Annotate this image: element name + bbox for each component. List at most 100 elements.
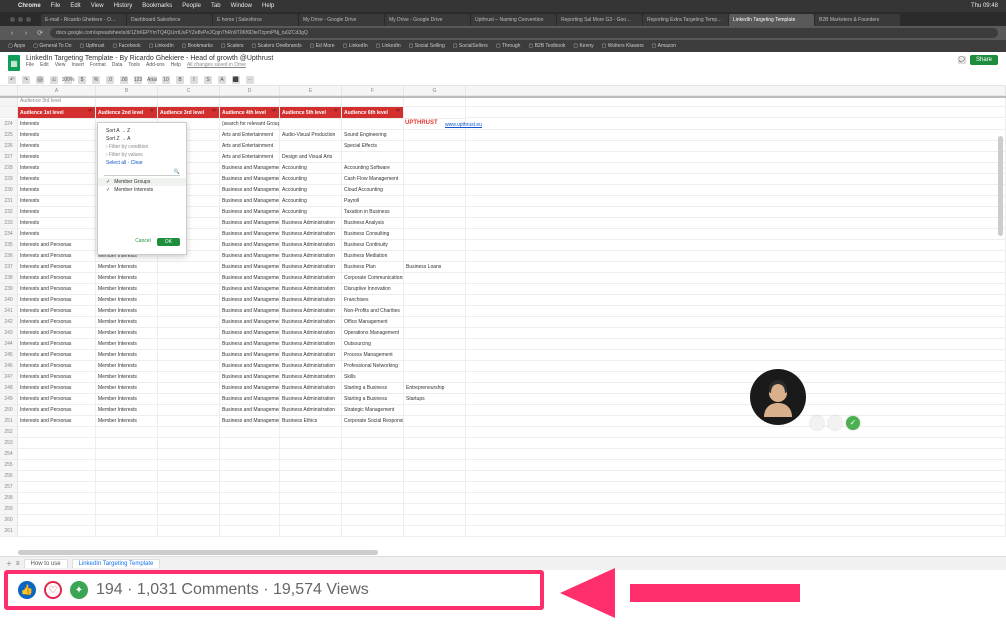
cell[interactable] — [404, 416, 466, 427]
sheets-menu-item[interactable]: Insert — [71, 62, 84, 68]
cell[interactable]: Interests — [18, 130, 96, 141]
cell[interactable]: Member Interests — [96, 394, 158, 405]
browser-tab[interactable]: Reporting Sal More G3 - Goo… — [557, 14, 642, 26]
toolbar-button[interactable]: $ — [78, 76, 86, 84]
bookmark-item[interactable]: ▢ SocialSellers — [453, 43, 488, 49]
sort-za[interactable]: Sort Z → A — [98, 135, 186, 143]
cell[interactable]: Cash Flow Management — [342, 174, 404, 185]
row-header[interactable]: 239 — [0, 284, 18, 295]
cell[interactable] — [404, 152, 466, 163]
bookmark-item[interactable]: ▢ Social Selling — [409, 43, 445, 49]
row-header[interactable]: 250 — [0, 405, 18, 416]
cell[interactable]: Interests and Personas — [18, 394, 96, 405]
cell[interactable]: Interests — [18, 207, 96, 218]
column-header[interactable]: F — [342, 86, 404, 96]
cell[interactable]: Business Administration — [280, 284, 342, 295]
cell[interactable]: Corporate Communications — [342, 273, 404, 284]
cell[interactable] — [18, 493, 96, 504]
cell[interactable]: Franchises — [342, 295, 404, 306]
row-header[interactable] — [0, 107, 18, 118]
cell[interactable] — [280, 119, 342, 130]
presenter-avatar[interactable] — [750, 369, 806, 425]
cell[interactable]: Business Administration — [280, 328, 342, 339]
sort-az[interactable]: Sort A → Z — [98, 127, 186, 135]
cell[interactable]: Interests and Personas — [18, 328, 96, 339]
cell[interactable] — [280, 526, 342, 537]
audience-header[interactable]: Audience 6th level — [342, 107, 404, 119]
cell[interactable]: Interests and Personas — [18, 361, 96, 372]
cell[interactable] — [158, 328, 220, 339]
toolbar-button[interactable]: ↷ — [22, 76, 30, 84]
upthrust-link[interactable]: www.upthrust.eu — [445, 122, 482, 128]
cell[interactable] — [18, 438, 96, 449]
cell[interactable] — [18, 526, 96, 537]
cell[interactable]: Special Effects — [342, 141, 404, 152]
cell[interactable] — [158, 504, 220, 515]
cell[interactable] — [96, 493, 158, 504]
cell[interactable]: Interests and Personas — [18, 273, 96, 284]
cell[interactable] — [466, 526, 1006, 537]
row-header[interactable]: 242 — [0, 317, 18, 328]
cell[interactable]: Member Interests — [96, 317, 158, 328]
cell[interactable] — [220, 427, 280, 438]
cell[interactable]: Business Administration — [280, 383, 342, 394]
bookmark-item[interactable]: ▢ B2B Textbook — [528, 43, 565, 49]
cell[interactable] — [404, 295, 466, 306]
cell[interactable] — [280, 493, 342, 504]
cell[interactable]: Interests — [18, 196, 96, 207]
cell[interactable]: Business Administration — [280, 339, 342, 350]
cell[interactable]: Interests and Personas — [18, 383, 96, 394]
sheets-menu-item[interactable]: Format — [90, 62, 106, 68]
cell[interactable] — [342, 152, 404, 163]
sheets-menu-item[interactable]: Data — [112, 62, 123, 68]
cell[interactable]: Interests and Personas — [18, 317, 96, 328]
cell[interactable]: Business and Management — [220, 350, 280, 361]
browser-tab[interactable]: My Drive - Google Drive — [299, 14, 384, 26]
cell[interactable]: Member Interests — [96, 339, 158, 350]
cell[interactable]: Business and Management — [220, 240, 280, 251]
cell[interactable] — [158, 372, 220, 383]
cell[interactable]: Business and Management — [220, 229, 280, 240]
row-header[interactable] — [0, 96, 18, 107]
cell[interactable] — [342, 493, 404, 504]
cell[interactable]: Business Administration — [280, 361, 342, 372]
filter-search[interactable]: 🔍 — [104, 169, 180, 176]
row-header[interactable]: 236 — [0, 251, 18, 262]
cell[interactable] — [404, 240, 466, 251]
cell[interactable] — [158, 515, 220, 526]
cell[interactable] — [158, 317, 220, 328]
cell[interactable]: Accounting — [280, 174, 342, 185]
row-header[interactable]: 224 — [0, 119, 18, 130]
cell[interactable]: Interests and Personas — [18, 416, 96, 427]
row-header[interactable]: 230 — [0, 185, 18, 196]
row-header[interactable]: 228 — [0, 163, 18, 174]
cell[interactable]: Business Administration — [280, 273, 342, 284]
cell[interactable]: Business Administration — [280, 251, 342, 262]
cell[interactable]: Professional Networking — [342, 361, 404, 372]
row-header[interactable]: 252 — [0, 427, 18, 438]
cell[interactable] — [280, 471, 342, 482]
cell[interactable] — [220, 438, 280, 449]
cell[interactable]: Accounting — [280, 196, 342, 207]
cell[interactable]: Starting a Business — [342, 383, 404, 394]
cell[interactable] — [158, 438, 220, 449]
cell[interactable] — [404, 482, 466, 493]
cell[interactable] — [18, 471, 96, 482]
spreadsheet[interactable]: ABCDEFGAudience 3rd levelAudience 1st le… — [0, 86, 1006, 570]
row-header[interactable]: 238 — [0, 273, 18, 284]
cell[interactable] — [404, 207, 466, 218]
toolbar-button[interactable]: ⎌ — [50, 76, 58, 84]
cell[interactable] — [158, 284, 220, 295]
cell[interactable]: Interests and Personas — [18, 306, 96, 317]
cell[interactable] — [158, 405, 220, 416]
toolbar-button[interactable]: B — [176, 76, 184, 84]
cell[interactable]: Member Interests — [96, 372, 158, 383]
cell[interactable]: Interests and Personas — [18, 350, 96, 361]
cell[interactable]: Corporate Social Responsibility — [342, 416, 404, 427]
doc-title[interactable]: LinkedIn Targeting Template - By Ricardo… — [26, 55, 273, 62]
cell[interactable]: Business and Management — [220, 218, 280, 229]
cell[interactable] — [220, 515, 280, 526]
cell[interactable] — [404, 350, 466, 361]
cell[interactable]: Entrepreneurship — [404, 383, 466, 394]
cell[interactable]: Office Management — [342, 317, 404, 328]
